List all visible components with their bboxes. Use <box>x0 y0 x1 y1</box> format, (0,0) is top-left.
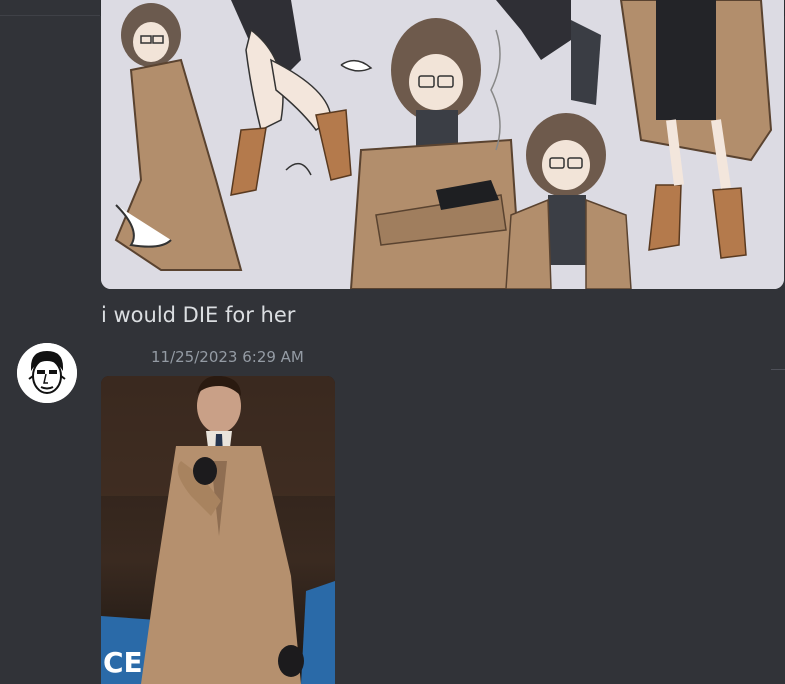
anime-illustration <box>101 0 784 289</box>
face-icon <box>17 343 77 403</box>
divider <box>771 369 785 370</box>
photo-sign-text: CE <box>103 646 143 679</box>
message-timestamp: 11/25/2023 6:29 AM <box>151 348 304 366</box>
header-notch <box>0 0 100 16</box>
message-text: i would DIE for her <box>101 303 296 327</box>
photo-man-pointing: CE <box>101 376 335 684</box>
image-attachment-anime[interactable] <box>101 0 784 289</box>
image-attachment-photo[interactable]: CE <box>101 376 335 684</box>
user-avatar[interactable] <box>17 343 77 403</box>
